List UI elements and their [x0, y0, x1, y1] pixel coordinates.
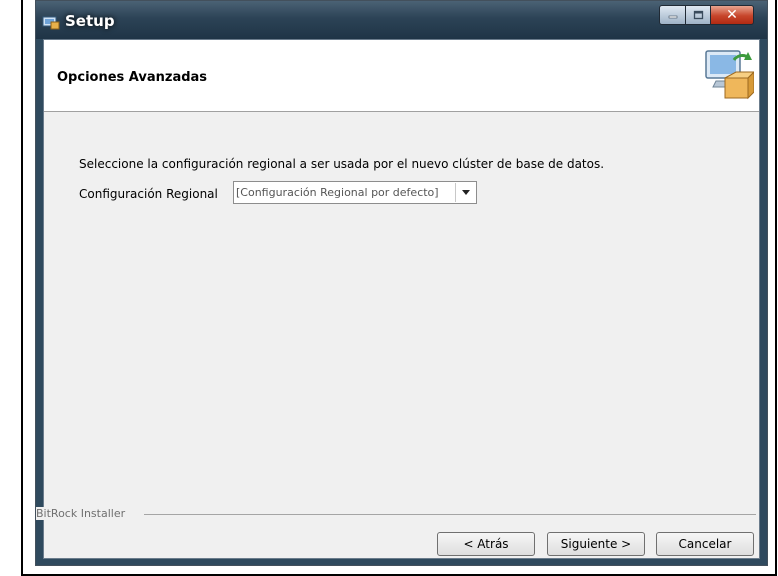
- locale-selected-value: [Configuración Regional por defecto]: [236, 186, 439, 199]
- title-bar[interactable]: Setup ✕: [36, 1, 767, 39]
- maximize-button[interactable]: [685, 5, 711, 25]
- minimize-icon: [668, 15, 677, 19]
- locale-select[interactable]: [Configuración Regional por defecto]: [233, 181, 477, 204]
- locale-label: Configuración Regional: [79, 187, 218, 201]
- instruction-text: Seleccione la configuración regional a s…: [79, 157, 605, 171]
- page-border-right: [775, 0, 777, 576]
- close-button[interactable]: ✕: [710, 5, 754, 25]
- page-title: Opciones Avanzadas: [57, 70, 208, 85]
- installer-branding: BitRock Installer: [36, 507, 132, 520]
- close-icon: ✕: [726, 7, 738, 23]
- cancel-button[interactable]: Cancelar: [656, 532, 754, 556]
- locale-dropdown-button[interactable]: [455, 183, 475, 202]
- chevron-down-icon: [461, 190, 470, 195]
- installer-box-icon: [705, 50, 754, 100]
- maximize-icon: [693, 10, 703, 20]
- wizard-header: Opciones Avanzadas: [44, 40, 759, 112]
- minimize-button[interactable]: [659, 5, 686, 25]
- window-title: Setup: [65, 12, 115, 30]
- footer-separator: [144, 514, 756, 515]
- wizard-client-area: Opciones Avanzadas Seleccione la configu…: [36, 39, 760, 559]
- setup-app-icon: [42, 16, 60, 30]
- page-border-left: [21, 0, 23, 576]
- next-button[interactable]: Siguiente >: [547, 532, 645, 556]
- setup-window: Setup ✕ Opciones Avanzadas Seleccione la…: [35, 0, 768, 566]
- back-button[interactable]: < Atrás: [437, 532, 535, 556]
